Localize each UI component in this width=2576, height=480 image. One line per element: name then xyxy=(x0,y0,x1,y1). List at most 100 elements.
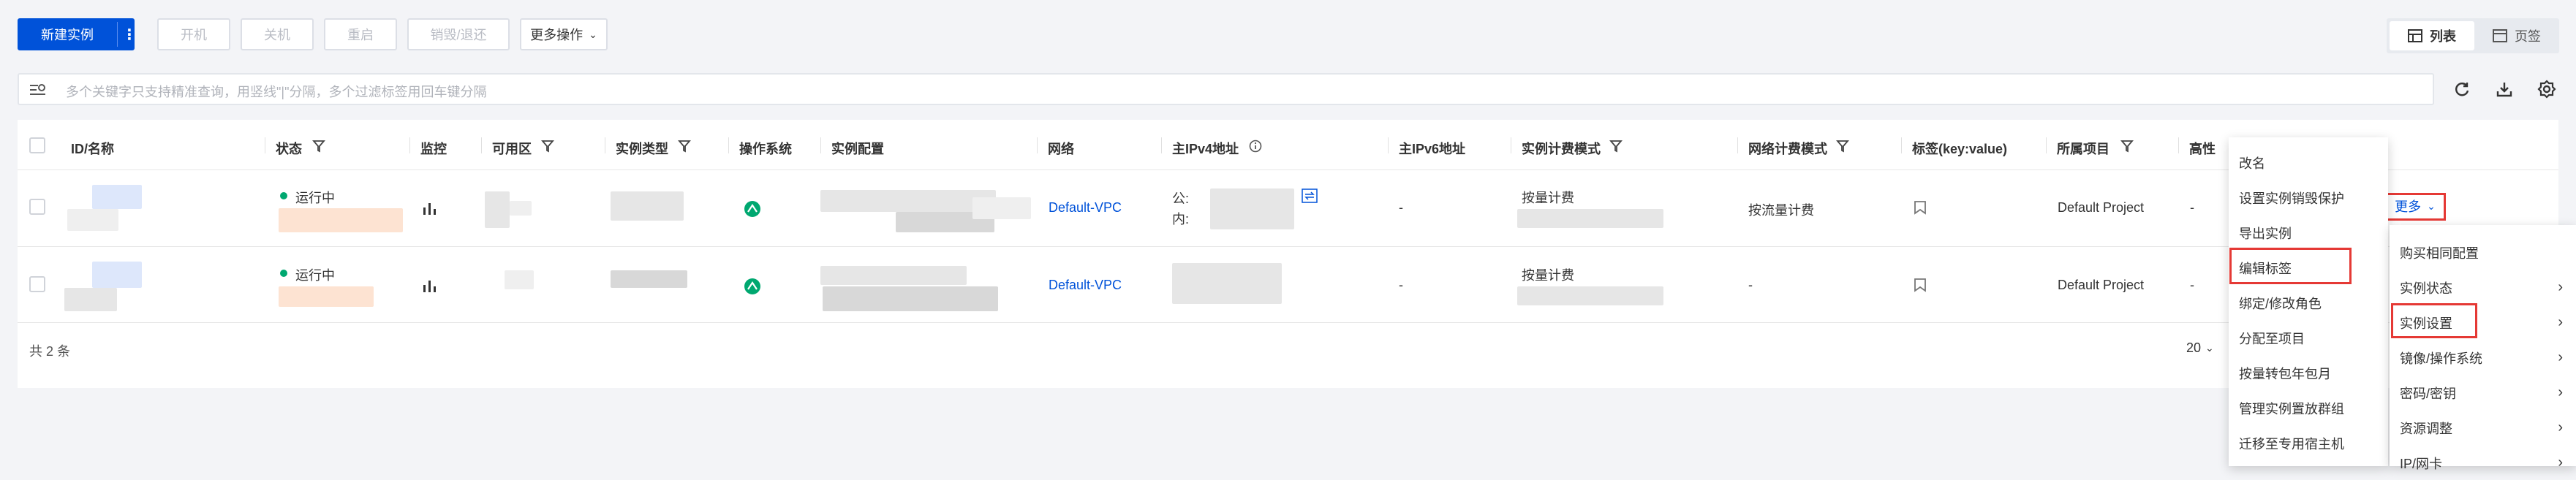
ipv6-value: - xyxy=(1399,200,1403,215)
col-status[interactable]: 状态 xyxy=(276,139,302,158)
info-icon[interactable] xyxy=(1249,140,1262,153)
swap-icon[interactable] xyxy=(1302,188,1318,203)
search-input[interactable]: 多个关键字只支持精准查询，用竖线"|"分隔，多个过滤标签用回车键分隔 xyxy=(18,73,2434,105)
shutdown-button[interactable]: 关机 xyxy=(241,18,314,50)
menu-item-placement-group[interactable]: 管理实例置放群组 xyxy=(2229,391,2388,425)
col-billing[interactable]: 实例计费模式 xyxy=(1522,139,1601,158)
col-separator xyxy=(1388,137,1389,153)
row-checkbox[interactable] xyxy=(29,276,45,292)
instance-settings-highlight xyxy=(2391,303,2477,338)
network-link[interactable]: Default-VPC xyxy=(1049,278,1122,293)
chevron-down-icon: ⌄ xyxy=(589,28,597,40)
menu-item-password-key[interactable]: 密码/密钥 › xyxy=(2390,376,2576,410)
filter-icon[interactable] xyxy=(312,140,325,153)
bar-chart-icon[interactable] xyxy=(422,202,438,215)
row-divider xyxy=(18,246,2558,247)
view-tab-label: 页签 xyxy=(2515,29,2541,44)
col-project[interactable]: 所属项目 xyxy=(2057,139,2109,158)
menu-item-convert-billing[interactable]: 按量转包年包月 xyxy=(2229,356,2388,390)
ops-dropdown-menu: 购买相同配置 实例状态 › 实例设置 › 镜像/操作系统 › 密码/密钥 › 资源调整 ›… xyxy=(2390,225,2576,471)
running-status-dot xyxy=(280,192,287,199)
instance-id-redacted[interactable] xyxy=(92,262,142,288)
menu-item-bind-role[interactable]: 绑定/修改角色 xyxy=(2229,286,2388,320)
col-instance-type[interactable]: 实例类型 xyxy=(616,139,668,158)
chevron-right-icon: › xyxy=(2558,314,2563,330)
menu-item-resource-adjust[interactable]: 资源调整 › xyxy=(2390,411,2576,445)
ipv6-value: - xyxy=(1399,278,1403,292)
menu-item-assign-project[interactable]: 分配至项目 xyxy=(2229,321,2388,355)
instance-id-redacted[interactable] xyxy=(92,185,142,209)
tag-icon[interactable] xyxy=(1914,278,1927,292)
destroy-label: 销毁/退还 xyxy=(430,28,487,42)
running-status-dot xyxy=(280,270,287,277)
more-ops-label: 更多操作 xyxy=(530,28,583,42)
instance-name-redacted xyxy=(64,288,117,311)
menu-item-label: 绑定/修改角色 xyxy=(2239,296,2322,311)
ipv4-redacted xyxy=(1172,263,1282,304)
menu-item-label: 设置实例销毁保护 xyxy=(2239,191,2344,206)
refresh-button[interactable] xyxy=(2444,72,2479,107)
menu-item-label: 资源调整 xyxy=(2400,421,2452,436)
split-divider xyxy=(117,22,118,47)
col-separator xyxy=(820,137,821,153)
menu-item-buy-same[interactable]: 购买相同配置 xyxy=(2390,235,2576,270)
os-icon xyxy=(744,201,760,217)
instance-type-redacted xyxy=(611,191,684,221)
billing-mode: 按量计费 xyxy=(1522,191,1574,205)
col-zone[interactable]: 可用区 xyxy=(492,139,532,158)
ipv4-redacted xyxy=(1210,188,1294,229)
download-icon xyxy=(2496,83,2512,97)
start-button[interactable]: 开机 xyxy=(157,18,230,50)
net-billing-mode: - xyxy=(1748,278,1753,292)
more-ops-button[interactable]: 更多操作 ⌄ xyxy=(520,18,608,50)
menu-item-label: 分配至项目 xyxy=(2239,331,2305,346)
view-list-label: 列表 xyxy=(2430,29,2456,44)
filter-icon[interactable] xyxy=(541,140,554,153)
project-value: Default Project xyxy=(2058,200,2145,215)
tag-icon[interactable] xyxy=(1914,200,1927,215)
menu-item-instance-state[interactable]: 实例状态 › xyxy=(2390,270,2576,305)
menu-item-ip-nic[interactable]: IP/网卡 › xyxy=(2390,446,2576,480)
menu-item-rename[interactable]: 改名 xyxy=(2229,145,2388,180)
network-link[interactable]: Default-VPC xyxy=(1049,200,1122,216)
settings-button[interactable] xyxy=(2529,72,2564,107)
new-instance-label: 新建实例 xyxy=(41,28,94,42)
restart-label: 重启 xyxy=(347,28,374,42)
total-count: 共 2 条 xyxy=(29,344,71,359)
row-checkbox[interactable] xyxy=(29,199,45,215)
billing-mode: 按量计费 xyxy=(1522,268,1574,283)
menu-item-label: 管理实例置放群组 xyxy=(2239,401,2344,416)
filter-icon[interactable] xyxy=(678,140,691,153)
restart-button[interactable]: 重启 xyxy=(324,18,397,50)
filter-icon[interactable] xyxy=(2120,140,2134,153)
zone-redacted xyxy=(510,201,532,216)
col-ipv4: 主IPv4地址 xyxy=(1172,142,1239,156)
filter-icon[interactable] xyxy=(1609,140,1623,153)
status-label: 运行中 xyxy=(295,268,335,283)
menu-item-label: 迁移至专用宿主机 xyxy=(2239,436,2344,452)
page-size-select[interactable]: 20 ⌄ xyxy=(2186,335,2230,361)
col-os: 操作系统 xyxy=(739,142,792,156)
download-button[interactable] xyxy=(2487,72,2522,107)
os-icon xyxy=(744,278,760,294)
menu-item-image-os[interactable]: 镜像/操作系统 › xyxy=(2390,340,2576,375)
menu-item-export[interactable]: 导出实例 xyxy=(2229,216,2388,250)
destroy-button[interactable]: 销毁/退还 xyxy=(407,18,510,50)
config-redacted xyxy=(820,266,967,285)
view-list-tab[interactable]: 列表 xyxy=(2390,21,2474,50)
list-icon xyxy=(2408,29,2422,42)
menu-item-label: 按量转包年包月 xyxy=(2239,366,2331,381)
select-all-checkbox[interactable] xyxy=(29,137,45,153)
edit-tags-highlight xyxy=(2229,248,2352,284)
col-net-billing[interactable]: 网络计费模式 xyxy=(1748,139,1827,158)
col-config: 实例配置 xyxy=(831,142,884,156)
config-redacted xyxy=(972,197,1031,219)
bar-chart-icon[interactable] xyxy=(422,279,438,292)
view-tab-tab[interactable]: 页签 xyxy=(2477,21,2556,50)
menu-item-destroy-protection[interactable]: 设置实例销毁保护 xyxy=(2229,180,2388,215)
col-separator xyxy=(728,137,729,153)
new-instance-dropdown-icon[interactable]: ⋮ xyxy=(122,20,137,49)
filter-icon[interactable] xyxy=(1836,140,1849,153)
col-network: 网络 xyxy=(1048,142,1074,156)
menu-item-migrate-host[interactable]: 迁移至专用宿主机 xyxy=(2229,426,2388,460)
